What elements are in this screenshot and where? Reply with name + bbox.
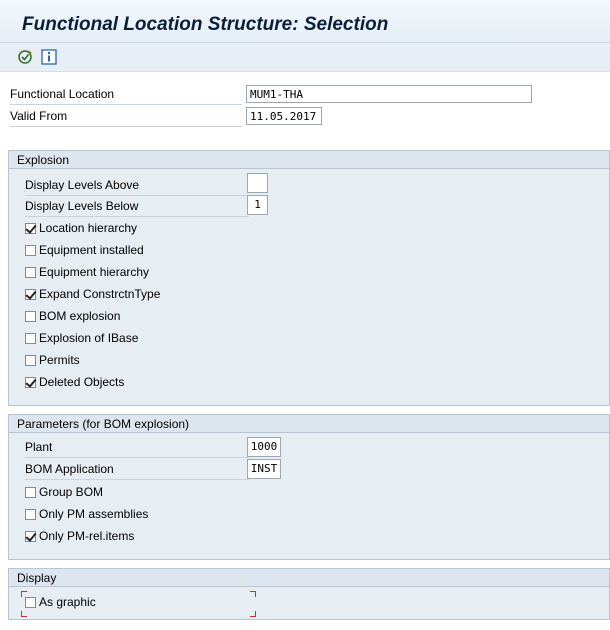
checkbox-label: Only PM assemblies <box>39 507 149 521</box>
display-levels-below-label: Display Levels Below <box>25 196 249 217</box>
checkbox-label: As graphic <box>39 595 96 609</box>
deleted-objects-checkbox[interactable]: Deleted Objects <box>25 373 124 391</box>
checkbox-box[interactable] <box>25 596 36 608</box>
execute-icon[interactable] <box>17 49 33 65</box>
application-toolbar <box>0 43 610 72</box>
valid-from-input[interactable]: 11.05.2017 <box>246 107 322 125</box>
checkbox-box[interactable] <box>25 310 36 322</box>
checkbox-label: Equipment hierarchy <box>39 265 150 279</box>
display-group: Display As graphic <box>8 568 610 620</box>
focus-corner-tr <box>250 591 256 597</box>
valid-from-label: Valid From <box>10 106 242 127</box>
functional-location-label: Functional Location <box>10 84 242 105</box>
focus-corner-br <box>250 611 256 617</box>
page-title: Functional Location Structure: Selection <box>22 14 389 35</box>
explosion-group-title: Explosion <box>9 151 609 169</box>
checkbox-box[interactable] <box>25 530 36 542</box>
only-pm-rel-items-checkbox[interactable]: Only PM-rel.items <box>25 527 134 545</box>
only-pm-assemblies-checkbox[interactable]: Only PM assemblies <box>25 505 148 523</box>
checkbox-label: Equipment installed <box>39 243 144 257</box>
explosion-of-ibase-checkbox[interactable]: Explosion of IBase <box>25 329 138 347</box>
selection-screen: Functional Location MUM1-THA Valid From … <box>0 72 610 630</box>
checkbox-label: Explosion of IBase <box>39 331 139 345</box>
permits-checkbox[interactable]: Permits <box>25 351 80 369</box>
plant-input[interactable]: 1000 <box>247 437 281 457</box>
checkbox-label: Deleted Objects <box>39 375 125 389</box>
bom-application-label: BOM Application <box>25 459 249 480</box>
display-levels-above-input[interactable] <box>247 173 268 193</box>
title-bar: Functional Location Structure: Selection <box>0 0 610 43</box>
checkbox-label: Permits <box>39 353 80 367</box>
as-graphic-checkbox[interactable]: As graphic <box>25 593 96 611</box>
checkbox-box[interactable] <box>25 508 36 520</box>
explosion-group: Explosion Display Levels Above Display L… <box>8 150 610 406</box>
equipment-hierarchy-checkbox[interactable]: Equipment hierarchy <box>25 263 149 281</box>
bom-application-input[interactable]: INST <box>247 459 281 479</box>
checkbox-box[interactable] <box>25 266 36 278</box>
checkbox-box[interactable] <box>25 332 36 344</box>
info-icon[interactable] <box>41 49 57 65</box>
plant-label: Plant <box>25 437 249 458</box>
bom-explosion-checkbox[interactable]: BOM explosion <box>25 307 120 325</box>
checkbox-box[interactable] <box>25 222 36 234</box>
bom-parameters-group: Parameters (for BOM explosion) Plant 100… <box>8 414 610 560</box>
checkbox-box[interactable] <box>25 354 36 366</box>
functional-location-input[interactable]: MUM1-THA <box>246 85 532 103</box>
checkbox-label: Location hierarchy <box>39 221 138 235</box>
checkbox-label: Only PM-rel.items <box>39 529 135 543</box>
checkbox-box[interactable] <box>25 244 36 256</box>
group-bom-checkbox[interactable]: Group BOM <box>25 483 103 501</box>
display-levels-above-label: Display Levels Above <box>25 175 249 196</box>
checkbox-box[interactable] <box>25 486 36 498</box>
expand-constrctntype-checkbox[interactable]: Expand ConstrctnType <box>25 285 160 303</box>
bom-parameters-group-title: Parameters (for BOM explosion) <box>9 415 609 433</box>
checkbox-label: Expand ConstrctnType <box>39 287 161 301</box>
checkbox-box[interactable] <box>25 376 36 388</box>
equipment-installed-checkbox[interactable]: Equipment installed <box>25 241 144 259</box>
checkbox-box[interactable] <box>25 288 36 300</box>
focus-corner-bl <box>21 611 27 617</box>
checkbox-label: BOM explosion <box>39 309 121 323</box>
display-group-title: Display <box>9 569 609 587</box>
checkbox-label: Group BOM <box>39 485 104 499</box>
display-levels-below-input[interactable]: 1 <box>247 195 268 215</box>
location-hierarchy-checkbox[interactable]: Location hierarchy <box>25 219 137 237</box>
